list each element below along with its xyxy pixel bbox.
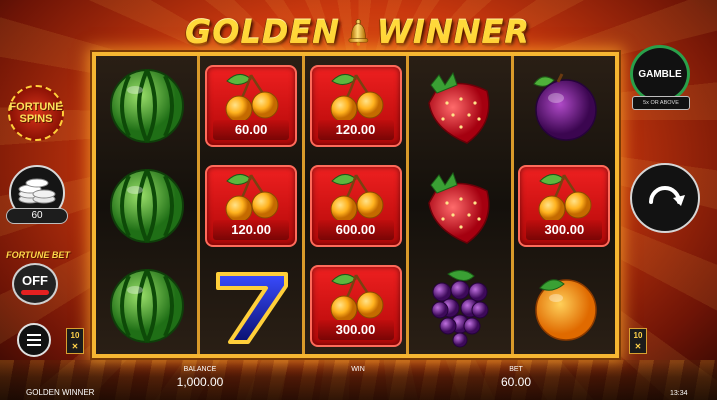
symbol-cherry: 600.00: [305, 156, 406, 256]
badge-left-value: 10: [70, 331, 80, 340]
symbol-cherry: 300.00: [305, 256, 406, 356]
symbol-cherry: 120.00: [305, 56, 406, 156]
cherry-value-tile: 120.00: [205, 165, 298, 247]
bet-value[interactable]: 60.00: [486, 375, 546, 389]
symbol-watermelon: [96, 256, 197, 356]
grapes-icon: [431, 270, 489, 348]
cherry-icon: [538, 174, 592, 223]
cherry-prize-value: 300.00: [526, 220, 603, 240]
x-icon: ✕: [71, 342, 79, 351]
gamble-button[interactable]: GAMBLE: [630, 45, 690, 103]
seven-icon: [216, 272, 289, 344]
cherry-value-tile: 600.00: [309, 165, 402, 247]
hamburger-icon: [27, 334, 41, 336]
symbol-cherry: 120.00: [200, 156, 301, 256]
symbol-watermelon: [96, 56, 197, 156]
x-icon: ✕: [634, 342, 642, 351]
watermelon-icon: [109, 69, 184, 143]
menu-button[interactable]: [17, 323, 51, 357]
cherry-icon: [330, 74, 384, 123]
symbol-watermelon: [96, 156, 197, 256]
symbol-strawberry: [409, 56, 510, 156]
gamble-label: GAMBLE: [638, 68, 682, 80]
reel-5: 300.00: [513, 56, 616, 356]
win-label: WIN: [351, 366, 365, 373]
spin-button[interactable]: [630, 163, 700, 233]
logo-word-winner: WINNER: [376, 13, 530, 51]
reels-container: 60.00 120.00 120.00 600.00 300.00 300.00: [96, 56, 616, 356]
reel-multiplier-badge-right: 10 ✕: [629, 328, 647, 354]
cherry-icon: [330, 174, 384, 223]
watermelon-icon: [109, 169, 184, 243]
cherry-icon: [330, 274, 384, 323]
balance-value: 1,000.00: [176, 375, 224, 389]
fortune-spins-button[interactable]: FORTUNE SPINS: [8, 85, 64, 141]
spin-arrow-icon: [649, 186, 685, 206]
fortune-bet-toggle[interactable]: OFF: [12, 263, 58, 305]
symbol-plum: [514, 56, 615, 156]
symbol-grapes: [409, 256, 510, 356]
cherry-icon: [225, 174, 279, 223]
plum-icon: [533, 73, 598, 141]
strawberry-icon: [428, 71, 490, 144]
cherry-value-tile: 120.00: [309, 65, 402, 147]
fortune-bet-label: FORTUNE BET: [6, 250, 70, 260]
reel-multiplier-badge-left: 10 ✕: [66, 328, 84, 354]
game-name: GOLDEN WINNER: [26, 388, 95, 397]
reel-3: 120.00 600.00 300.00: [304, 56, 410, 356]
cherry-prize-value: 120.00: [213, 220, 290, 240]
symbol-strawberry: [409, 156, 510, 256]
reel-1: [96, 56, 201, 356]
watermelon-icon: [109, 269, 184, 343]
cherry-prize-value: 120.00: [317, 120, 394, 140]
reel-4: [409, 56, 514, 356]
fortune-bet-state: OFF: [22, 273, 48, 288]
cherry-prize-value: 60.00: [213, 120, 290, 140]
game-logo: GOLDEN WINNER: [185, 8, 530, 56]
logo-word-golden: GOLDEN: [185, 13, 341, 51]
bet-label: BET: [509, 366, 523, 373]
symbol-cherry: 300.00: [514, 156, 615, 256]
symbol-orange: [514, 256, 615, 356]
cherry-icon: [225, 74, 279, 123]
symbol-cherry: 60.00: [200, 56, 301, 156]
reel-frame: 60.00 120.00 120.00 600.00 300.00 300.00: [92, 52, 619, 358]
bell-icon: [348, 19, 369, 46]
badge-right-value: 10: [633, 331, 643, 340]
cherry-value-tile: 300.00: [309, 265, 402, 347]
toggle-indicator: [21, 290, 49, 295]
orange-icon: [535, 279, 598, 341]
reel-2: 60.00 120.00: [200, 56, 305, 356]
strawberry-icon: [428, 171, 490, 244]
cherry-prize-value: 600.00: [317, 220, 394, 240]
fortune-spins-label: FORTUNE SPINS: [9, 101, 63, 125]
cherry-value-tile: 300.00: [518, 165, 611, 247]
gamble-condition: 5x OR ABOVE: [632, 96, 690, 110]
clock: 13:34: [670, 390, 688, 397]
balance-label: BALANCE: [183, 366, 217, 373]
cherry-value-tile: 60.00: [205, 65, 298, 147]
symbol-seven: [200, 256, 301, 356]
cherry-prize-value: 300.00: [317, 320, 394, 340]
coin-value-display: 60: [6, 208, 68, 224]
